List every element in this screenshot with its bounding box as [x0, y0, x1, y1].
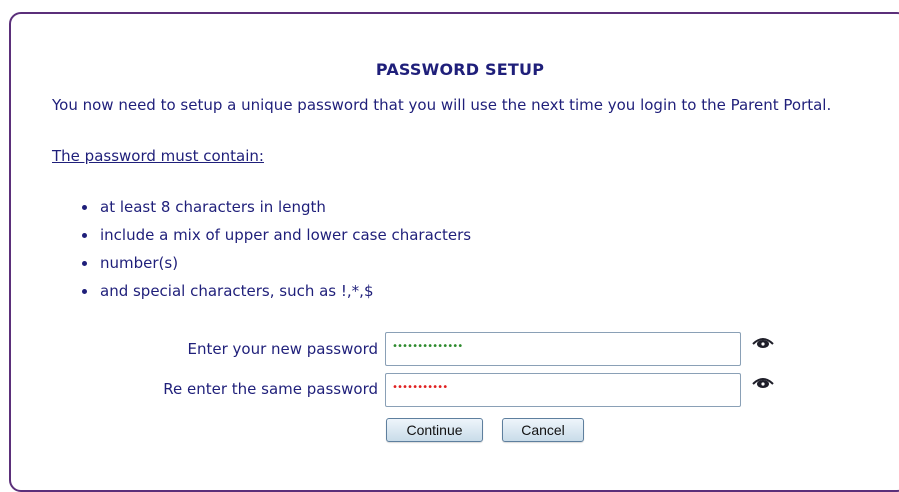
requirements-list: at least 8 characters in length include …: [52, 193, 471, 305]
eye-icon[interactable]: [752, 375, 774, 389]
confirm-password-field[interactable]: •••••••••••: [385, 373, 741, 407]
eye-icon[interactable]: [752, 335, 774, 349]
new-password-label: Enter your new password: [187, 340, 378, 358]
continue-button[interactable]: Continue: [386, 418, 483, 442]
cancel-button[interactable]: Cancel: [502, 418, 584, 442]
new-password-field[interactable]: ••••••••••••••: [385, 332, 741, 366]
list-item: and special characters, such as !,*,$: [81, 277, 471, 305]
new-password-value: ••••••••••••••: [392, 341, 463, 352]
requirements-heading: The password must contain:: [52, 147, 264, 165]
list-item: include a mix of upper and lower case ch…: [81, 221, 471, 249]
confirm-password-value: •••••••••••: [392, 382, 448, 393]
list-item: at least 8 characters in length: [81, 193, 471, 221]
page-title: PASSWORD SETUP: [375, 60, 545, 79]
intro-text: You now need to setup a unique password …: [52, 96, 832, 114]
list-item: number(s): [81, 249, 471, 277]
confirm-password-label: Re enter the same password: [163, 380, 378, 398]
